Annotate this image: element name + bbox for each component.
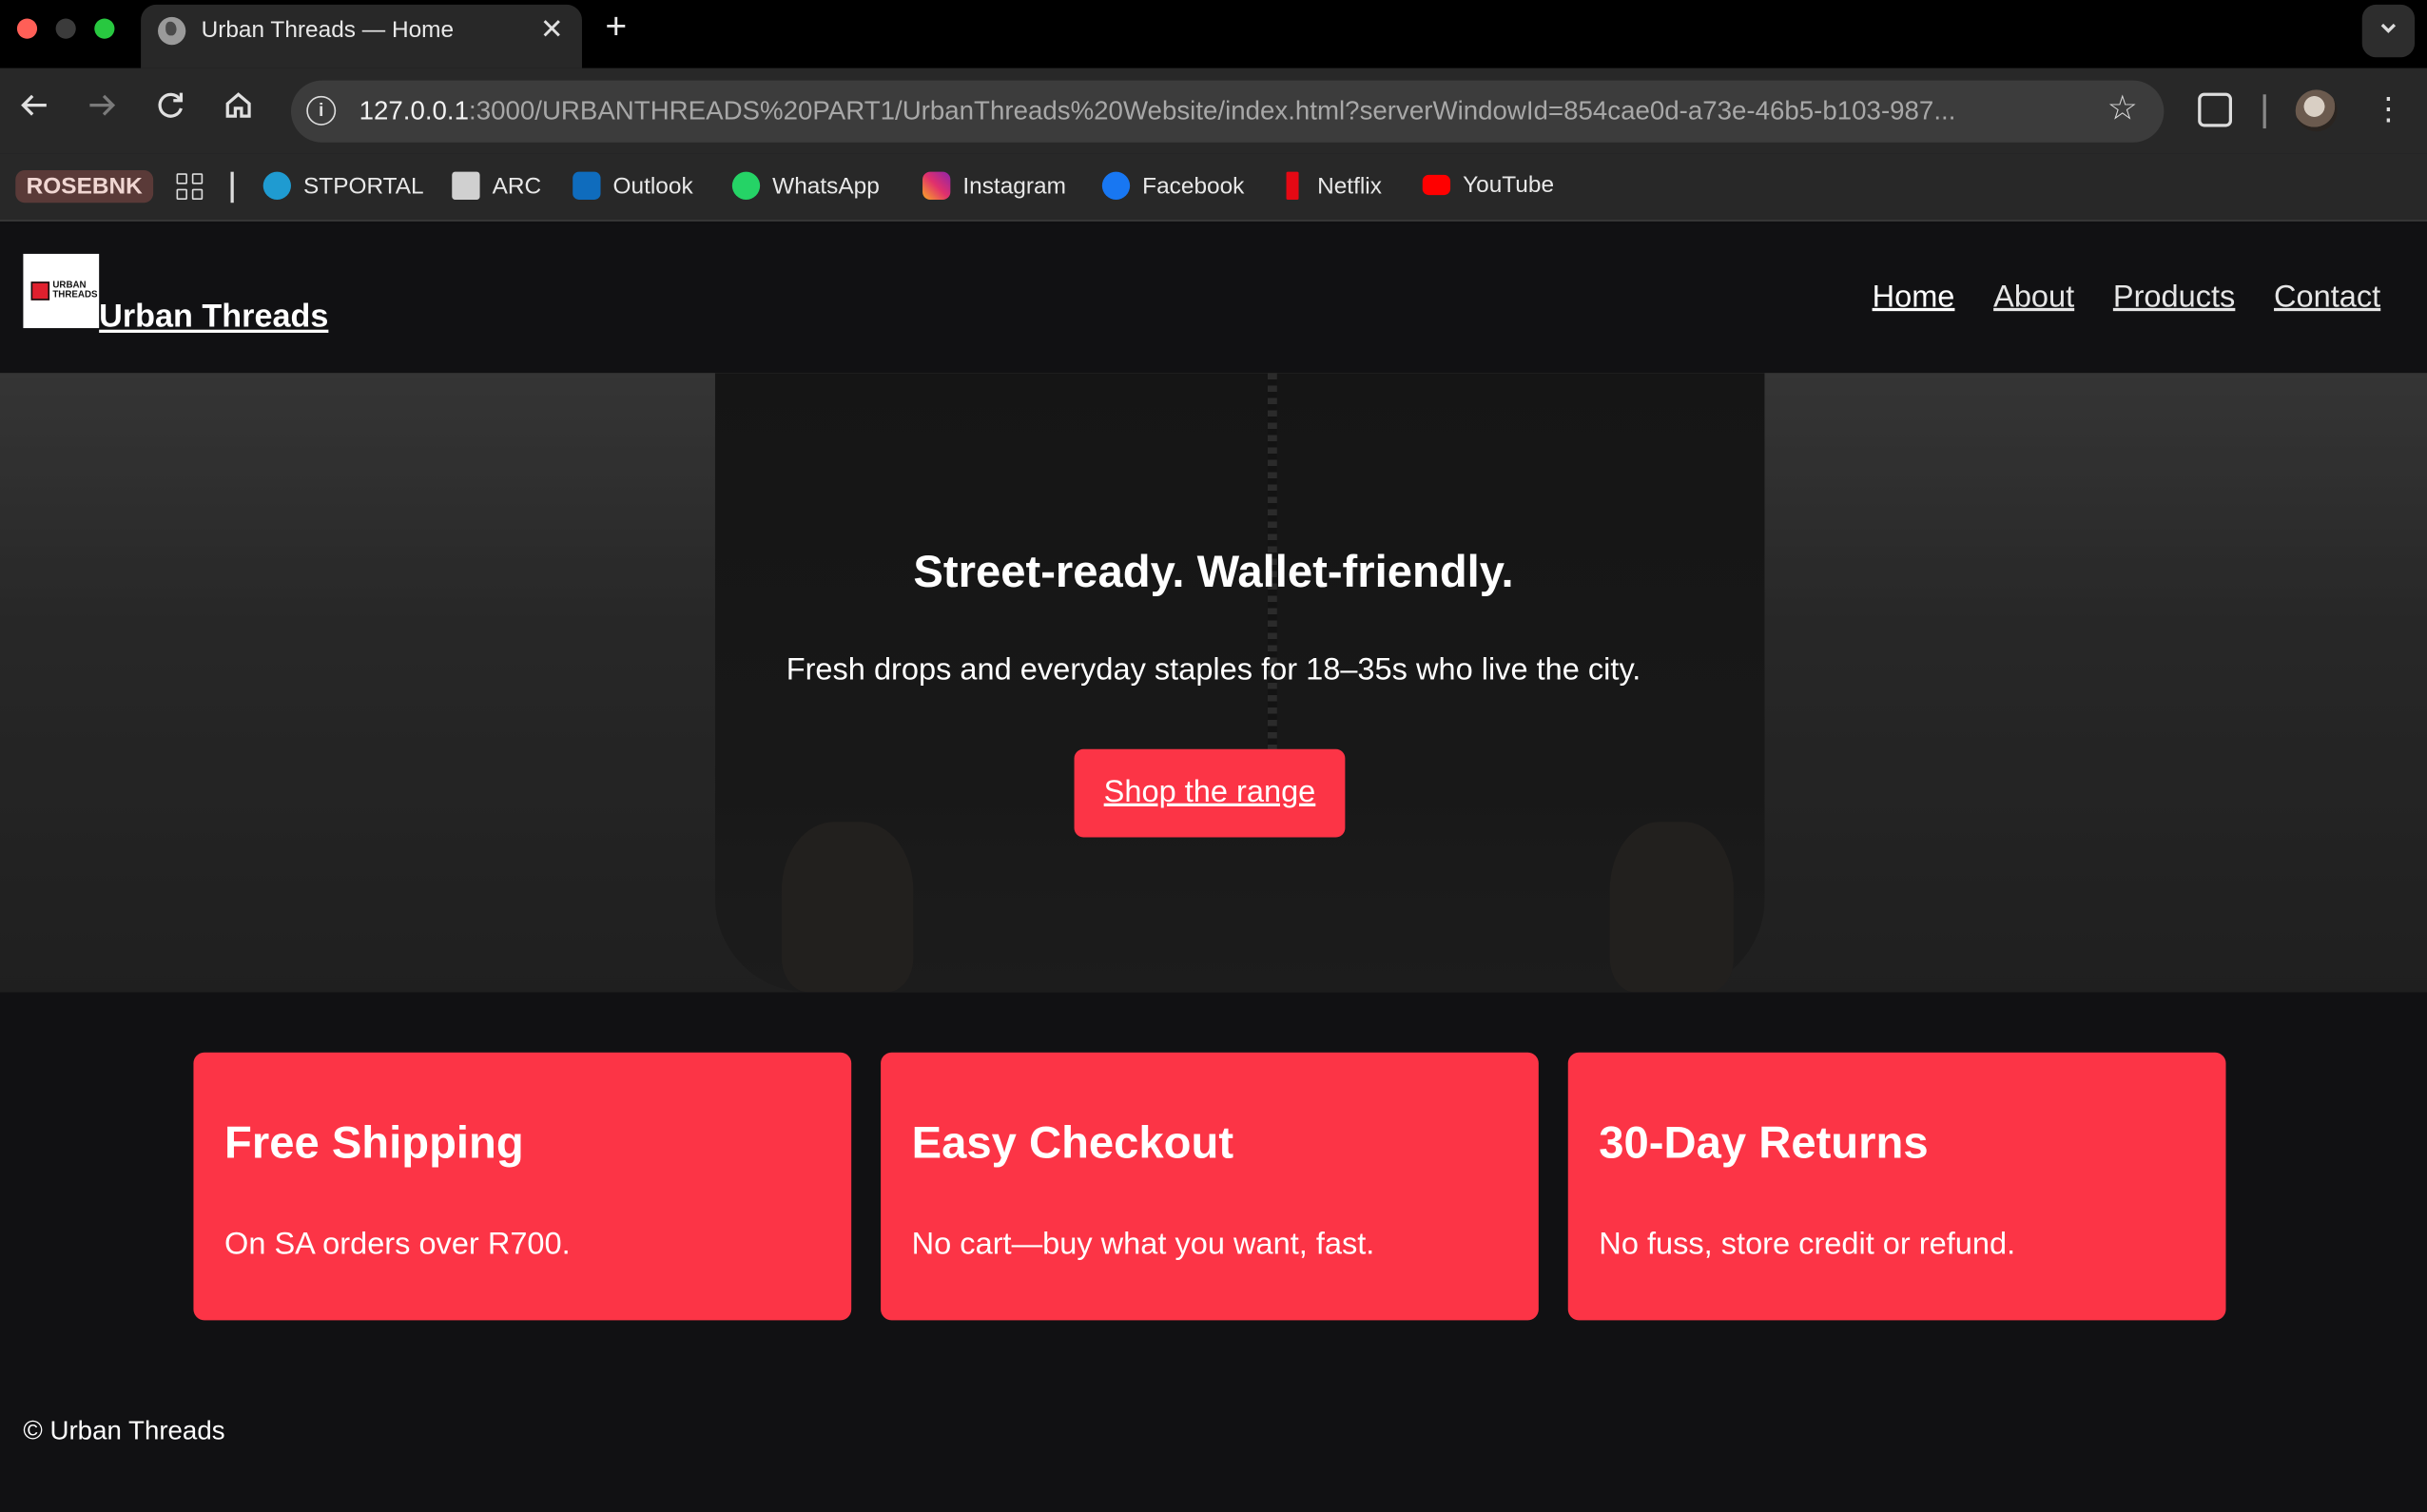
feature-card-checkout: Easy Checkout No cart—buy what you want,… (881, 1052, 1539, 1321)
feature-card-shipping: Free Shipping On SA orders over R700. (193, 1052, 852, 1321)
bookmark-label: ARC (492, 172, 542, 200)
netflix-icon (1286, 171, 1299, 200)
bookmark-outlook[interactable]: Outlook (573, 171, 693, 200)
site-info-icon[interactable]: i (306, 95, 337, 126)
browser-tab-active[interactable]: Urban Threads — Home ✕ (141, 4, 582, 68)
nav-about[interactable]: About (1993, 281, 2074, 316)
bookmark-arc[interactable]: ARC (452, 171, 542, 200)
tab-title: Urban Threads — Home (201, 16, 455, 44)
browser-menu-icon[interactable]: ⋮ (2373, 89, 2404, 129)
site-header: URBAN THREADS Urban Threads Home About P… (0, 223, 2427, 374)
nav-home[interactable]: Home (1873, 281, 1955, 316)
reload-icon (158, 92, 184, 118)
arc-icon (452, 171, 480, 200)
browser-tabstrip: Urban Threads — Home ✕ + (0, 0, 2427, 68)
bookmark-rosebnk[interactable]: ROSEBNK (15, 170, 154, 204)
bookmarks-divider (230, 171, 234, 204)
website-page: URBAN THREADS Urban Threads Home About P… (0, 223, 2427, 1512)
toolbar-divider (2262, 94, 2266, 129)
whatsapp-icon (731, 171, 761, 200)
shop-range-button[interactable]: Shop the range (1074, 748, 1346, 838)
bookmark-label: Facebook (1142, 172, 1245, 200)
window-close-button[interactable] (16, 18, 38, 39)
youtube-icon (1422, 174, 1451, 196)
sharepoint-icon (262, 171, 291, 200)
tab-close-icon[interactable]: ✕ (540, 14, 564, 47)
home-icon (225, 92, 251, 118)
bookmark-instagram[interactable]: Instagram (922, 171, 1066, 200)
profile-avatar[interactable] (2295, 89, 2338, 132)
bookmark-whatsapp[interactable]: WhatsApp (731, 171, 880, 200)
site-logo[interactable]: URBAN THREADS (23, 253, 100, 329)
feature-card-returns: 30-Day Returns No fuss, store credit or … (1567, 1052, 2226, 1321)
address-bar[interactable]: i 127.0.0.1:3000/URBANTHREADS%20PART1/Ur… (290, 80, 2165, 143)
site-footer: © Urban Threads (23, 1416, 225, 1446)
url-text[interactable]: 127.0.0.1:3000/URBANTHREADS%20PART1/Urba… (359, 96, 2078, 127)
feature-text: No cart—buy what you want, fast. (911, 1227, 1375, 1262)
feature-text: No fuss, store credit or refund. (1599, 1227, 2016, 1262)
back-button[interactable] (12, 88, 56, 133)
url-host: 127.0.0.1 (359, 95, 470, 126)
bookmark-label: YouTube (1463, 171, 1555, 199)
bookmark-netflix[interactable]: Netflix (1282, 171, 1382, 200)
hero-title: Street-ready. Wallet-friendly. (913, 548, 1514, 598)
feature-text: On SA orders over R700. (224, 1227, 571, 1262)
window-maximize-button[interactable] (94, 18, 115, 39)
arrow-left-icon (21, 94, 47, 116)
window-minimize-button[interactable] (55, 18, 76, 39)
reload-button[interactable] (148, 88, 192, 133)
globe-icon (158, 16, 186, 46)
instagram-icon (922, 171, 951, 200)
bookmark-label: Instagram (962, 172, 1066, 200)
bookmark-star-icon[interactable]: ☆ (2107, 88, 2138, 128)
tab-search-button[interactable] (2361, 4, 2416, 58)
arrow-right-icon (89, 94, 116, 116)
feature-title: 30-Day Returns (1599, 1118, 1929, 1169)
home-button[interactable] (217, 88, 261, 133)
new-tab-button[interactable]: + (605, 7, 627, 50)
apps-grid-icon[interactable] (176, 173, 204, 201)
extensions-icon[interactable] (2198, 92, 2232, 127)
outlook-icon (573, 171, 601, 200)
url-path: :3000/URBANTHREADS%20PART1/UrbanThreads%… (469, 95, 1956, 126)
bookmark-facebook[interactable]: Facebook (1101, 171, 1245, 200)
bookmark-label: Netflix (1317, 172, 1382, 200)
bookmark-stportal[interactable]: STPORTAL (262, 171, 424, 200)
bookmark-label: Outlook (612, 172, 693, 200)
bookmark-youtube[interactable]: YouTube (1422, 171, 1555, 199)
bookmark-label: STPORTAL (303, 172, 424, 200)
logo-text: URBAN THREADS (52, 281, 98, 300)
forward-button[interactable] (81, 88, 125, 133)
hero-section: Street-ready. Wallet-friendly. Fresh dro… (0, 373, 2427, 993)
main-nav: Home About Products Contact (1873, 281, 2381, 316)
bookmark-label: WhatsApp (772, 172, 880, 200)
browser-toolbar: i 127.0.0.1:3000/URBANTHREADS%20PART1/Ur… (0, 68, 2427, 154)
nav-products[interactable]: Products (2113, 281, 2235, 316)
brand-link[interactable]: Urban Threads (99, 299, 328, 336)
facebook-icon (1101, 171, 1131, 200)
logo-mark-icon (30, 281, 50, 300)
chevron-down-icon (2380, 23, 2397, 33)
feature-title: Free Shipping (224, 1118, 524, 1169)
feature-title: Easy Checkout (911, 1118, 1234, 1169)
hero-subtitle: Fresh drops and everyday staples for 18–… (786, 652, 1641, 688)
nav-contact[interactable]: Contact (2274, 281, 2380, 316)
